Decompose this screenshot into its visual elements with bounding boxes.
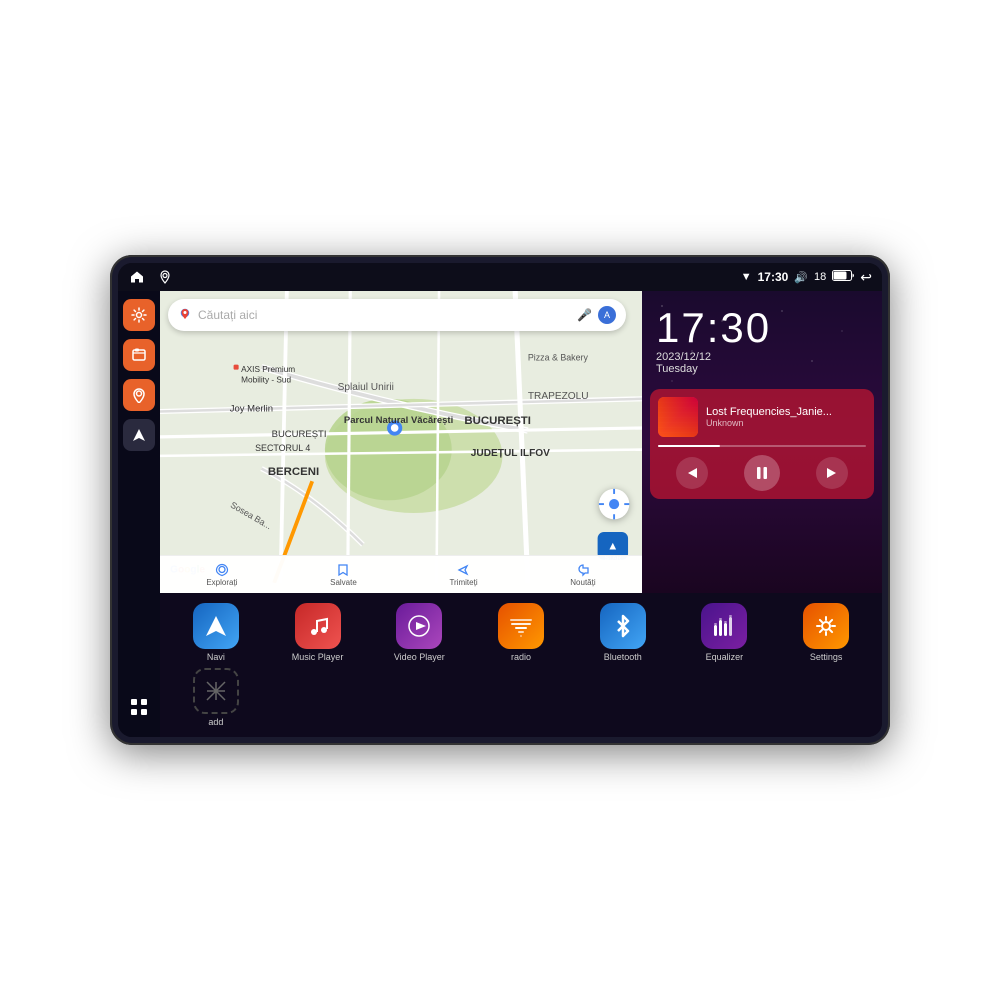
radio-label: radio — [511, 652, 531, 662]
app-music-player[interactable]: Music Player — [270, 603, 366, 662]
svg-text:BERCENI: BERCENI — [268, 466, 319, 478]
svg-text:Mobility - Sud: Mobility - Sud — [241, 375, 291, 384]
map-account-icon[interactable]: A — [598, 306, 616, 324]
svg-text:Pizza & Bakery: Pizza & Bakery — [528, 353, 589, 363]
device-screen: ▼ 17:30 🔊 18 ↩ — [118, 263, 882, 737]
sidebar-files-btn[interactable] — [123, 339, 155, 371]
add-icon — [193, 668, 239, 714]
sidebar-maps-btn[interactable] — [123, 379, 155, 411]
battery-icon — [832, 270, 854, 284]
voice-search-icon[interactable]: 🎤 — [577, 308, 592, 322]
clock-display: 17:30 — [656, 307, 868, 349]
music-meta: Lost Frequencies_Janie... Unknown — [706, 406, 866, 428]
map-panel[interactable]: Splaiul Unirii Sosea Ba... TRAPEZOLU BER… — [160, 291, 642, 593]
svg-text:Parcul Natural Văcărești: Parcul Natural Văcărești — [344, 415, 453, 426]
app-settings[interactable]: Settings — [778, 603, 874, 662]
apps-grid-container: Navi Music Player — [160, 593, 882, 737]
next-track-btn[interactable] — [816, 457, 848, 489]
volume-icon: 🔊 — [794, 271, 808, 284]
music-player: Lost Frequencies_Janie... Unknown — [650, 389, 874, 499]
music-controls — [658, 455, 866, 491]
map-saved-btn[interactable]: Salvate — [330, 563, 357, 587]
music-title: Lost Frequencies_Janie... — [706, 406, 866, 418]
map-bottom-bar: Explorați Salvate — [160, 555, 642, 593]
settings-app-label: Settings — [810, 652, 843, 662]
equalizer-icon — [701, 603, 747, 649]
radio-icon — [498, 603, 544, 649]
equalizer-label: Equalizer — [706, 652, 744, 662]
app-radio[interactable]: radio — [473, 603, 569, 662]
app-add[interactable]: add — [168, 668, 264, 727]
svg-text:BUCUREȘTI: BUCUREȘTI — [272, 429, 327, 440]
video-player-icon — [396, 603, 442, 649]
saved-label: Salvate — [330, 578, 357, 587]
album-art — [658, 397, 698, 437]
music-info: Lost Frequencies_Janie... Unknown — [658, 397, 866, 437]
prev-track-btn[interactable] — [676, 457, 708, 489]
settings-icon — [803, 603, 849, 649]
map-share-btn[interactable]: Trimiteți — [449, 563, 477, 587]
back-icon[interactable]: ↩ — [860, 269, 872, 286]
map-news-btn[interactable]: Noutăți — [570, 563, 595, 587]
music-progress-bar[interactable] — [658, 445, 866, 447]
sidebar-settings-btn[interactable] — [123, 299, 155, 331]
status-time: 17:30 — [758, 270, 789, 284]
explore-label: Explorați — [206, 578, 237, 587]
svg-text:▲: ▲ — [607, 541, 618, 553]
svg-text:AXIS Premium: AXIS Premium — [241, 365, 295, 374]
apps-grid: Navi Music Player — [168, 603, 874, 727]
news-label: Noutăți — [570, 578, 595, 587]
left-sidebar — [118, 291, 160, 737]
app-bluetooth[interactable]: Bluetooth — [575, 603, 671, 662]
main-content: Splaiul Unirii Sosea Ba... TRAPEZOLU BER… — [118, 291, 882, 737]
svg-text:TRAPEZOLU: TRAPEZOLU — [528, 391, 589, 402]
map-search-bar[interactable]: Căutați aici 🎤 A — [168, 299, 626, 331]
app-navi[interactable]: Navi — [168, 603, 264, 662]
navi-label: Navi — [207, 652, 225, 662]
status-bar: ▼ 17:30 🔊 18 ↩ — [118, 263, 882, 291]
clock-date: 2023/12/12 Tuesday — [656, 351, 868, 375]
video-player-label: Video Player — [394, 652, 445, 662]
car-head-unit: ▼ 17:30 🔊 18 ↩ — [110, 255, 890, 745]
music-progress-fill — [658, 445, 720, 447]
map-icon[interactable] — [156, 268, 174, 286]
music-player-icon — [295, 603, 341, 649]
svg-text:Splaiul Unirii: Splaiul Unirii — [338, 382, 394, 393]
sidebar-grid-btn[interactable] — [123, 691, 155, 723]
svg-text:SECTORUL 4: SECTORUL 4 — [255, 443, 310, 453]
pause-btn[interactable] — [744, 455, 780, 491]
bluetooth-label: Bluetooth — [604, 652, 642, 662]
top-panels: Splaiul Unirii Sosea Ba... TRAPEZOLU BER… — [160, 291, 882, 593]
map-explore-btn[interactable]: Explorați — [206, 563, 237, 587]
map-search-placeholder[interactable]: Căutați aici — [198, 308, 577, 322]
clock-area: 17:30 2023/12/12 Tuesday — [642, 291, 882, 383]
music-artist: Unknown — [706, 418, 866, 428]
app-equalizer[interactable]: Equalizer — [677, 603, 773, 662]
home-icon[interactable] — [128, 268, 146, 286]
bluetooth-icon — [600, 603, 646, 649]
svg-text:Joy Merlin: Joy Merlin — [230, 403, 273, 414]
music-player-label: Music Player — [292, 652, 344, 662]
navi-icon — [193, 603, 239, 649]
status-bar-left — [128, 268, 174, 286]
svg-text:JUDEȚUL ILFOV: JUDEȚUL ILFOV — [471, 448, 550, 459]
status-bar-right: ▼ 17:30 🔊 18 ↩ — [741, 269, 872, 286]
center-area: Splaiul Unirii Sosea Ba... TRAPEZOLU BER… — [160, 291, 882, 737]
album-art-inner — [658, 397, 698, 437]
sidebar-nav-btn[interactable] — [123, 419, 155, 451]
right-panel: 17:30 2023/12/12 Tuesday — [642, 291, 882, 593]
signal-icon: ▼ — [741, 271, 752, 283]
app-video-player[interactable]: Video Player — [371, 603, 467, 662]
google-maps-icon — [178, 307, 192, 324]
svg-text:BUCUREȘTI: BUCUREȘTI — [464, 415, 531, 427]
battery-number: 18 — [814, 271, 826, 283]
share-label: Trimiteți — [449, 578, 477, 587]
add-label: add — [208, 717, 223, 727]
